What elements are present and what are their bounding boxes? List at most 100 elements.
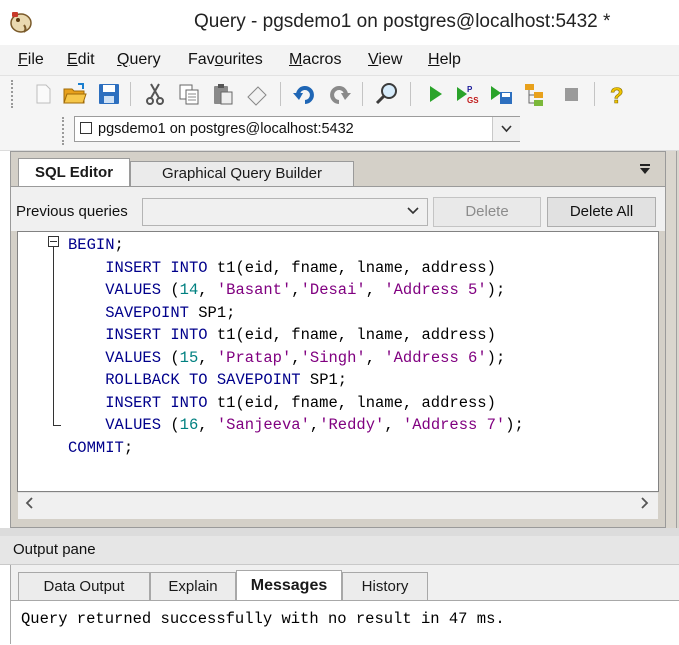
new-file-icon[interactable] xyxy=(30,81,56,107)
delete-button[interactable]: Delete xyxy=(433,197,541,227)
code-line: INSERT INTO t1(eid, fname, lname, addres… xyxy=(105,393,496,412)
previous-queries-select[interactable] xyxy=(142,198,428,226)
sql-keyword: VALUES xyxy=(105,416,162,434)
fold-range-end xyxy=(53,425,61,426)
tab-list-menu-icon[interactable] xyxy=(640,168,650,174)
eraser-icon[interactable] xyxy=(244,81,270,107)
code-line: ROLLBACK TO SAVEPOINT SP1; xyxy=(105,371,348,389)
fold-range-line xyxy=(53,247,54,425)
panel-splitter[interactable] xyxy=(666,151,679,528)
code-line: VALUES (16, 'Sanjeeva','Reddy', 'Address… xyxy=(105,416,524,434)
panel-border xyxy=(676,151,677,528)
sql-string: 'Reddy' xyxy=(319,416,385,434)
pgadmin-elephant-icon[interactable] xyxy=(8,9,34,35)
sql-keyword: COMMIT xyxy=(68,438,124,457)
open-folder-icon[interactable] xyxy=(62,81,88,107)
menu-help[interactable]: Help xyxy=(428,51,461,69)
fold-minus-mark xyxy=(50,241,57,242)
window-title: Query - pgsdemo1 on postgres@localhost:5… xyxy=(194,11,611,32)
explain-icon[interactable] xyxy=(522,81,548,107)
sql-number: 14 xyxy=(179,281,199,299)
menu-edit[interactable]: Edit xyxy=(67,51,95,69)
sql-keyword: INTO xyxy=(170,326,208,344)
toolbar-separator xyxy=(362,82,363,106)
toolbar-separator xyxy=(410,82,411,106)
sql-keyword: SAVEPOINT xyxy=(216,371,301,389)
stop-icon[interactable] xyxy=(558,81,584,107)
sql-string: 'Address 7' xyxy=(402,416,506,434)
output-pane-header xyxy=(0,536,679,565)
svg-text:?: ? xyxy=(610,83,623,107)
sql-keyword: VALUES xyxy=(105,348,162,367)
pane-splitter[interactable] xyxy=(0,528,679,536)
menu-view[interactable]: View xyxy=(368,51,402,69)
menu-macros[interactable]: Macros xyxy=(289,51,341,69)
menu-file[interactable]: File xyxy=(18,51,44,69)
sql-string: 'Pratap' xyxy=(216,348,292,367)
code-line: INSERT INTO t1(eid, fname, lname, addres… xyxy=(105,326,496,344)
tab-data-output[interactable]: Data Output xyxy=(18,572,150,600)
sql-keyword: SAVEPOINT xyxy=(105,303,189,322)
sql-string: 'Sanjeeva' xyxy=(216,416,310,434)
output-pane-title: Output pane xyxy=(13,541,96,558)
sql-keyword: INTO xyxy=(170,258,208,277)
help-icon[interactable]: ? xyxy=(604,81,630,107)
tab-messages[interactable]: Messages xyxy=(236,570,342,600)
sql-keyword: INSERT xyxy=(105,258,162,277)
tab-explain[interactable]: Explain xyxy=(150,572,236,600)
tab-history[interactable]: History xyxy=(342,572,428,600)
cut-icon[interactable] xyxy=(142,81,168,107)
redo-icon[interactable] xyxy=(326,81,352,107)
svg-text:GS: GS xyxy=(467,96,479,105)
sql-string: 'Singh' xyxy=(300,348,366,367)
execute-icon[interactable] xyxy=(422,81,448,107)
toolbar-grip[interactable] xyxy=(11,80,16,108)
toolbar-separator xyxy=(280,82,281,106)
delete-all-button[interactable]: Delete All xyxy=(547,197,656,227)
sql-keyword: ROLLBACK xyxy=(105,371,180,389)
connection-bar-grip[interactable] xyxy=(62,117,67,145)
horizontal-scrollbar[interactable] xyxy=(18,492,658,519)
paste-icon[interactable] xyxy=(210,81,236,107)
scroll-right-icon[interactable] xyxy=(638,495,650,511)
connection-dropdown-button[interactable] xyxy=(492,117,520,141)
undo-icon[interactable] xyxy=(292,81,318,107)
code-line: SAVEPOINT SP1; xyxy=(105,303,236,322)
tab-sql-editor[interactable]: SQL Editor xyxy=(18,158,130,186)
fold-gutter xyxy=(18,232,66,491)
result-message: Query returned successfully with no resu… xyxy=(21,610,505,628)
sql-code[interactable]: BEGIN; INSERT INTO t1(eid, fname, lname,… xyxy=(68,234,524,459)
sql-keyword: INTO xyxy=(170,393,208,412)
sql-keyword: INSERT xyxy=(105,326,162,344)
sql-string: 'Basant' xyxy=(216,281,292,299)
scroll-left-icon[interactable] xyxy=(24,495,36,511)
toolbar-separator xyxy=(594,82,595,106)
tab-graphical-query-builder[interactable]: Graphical Query Builder xyxy=(130,161,354,186)
code-line: INSERT INTO t1(eid, fname, lname, addres… xyxy=(105,258,496,277)
find-icon[interactable] xyxy=(374,81,400,107)
sql-keyword: INSERT xyxy=(105,393,162,412)
code-line: VALUES (14, 'Basant','Desai', 'Address 5… xyxy=(105,281,506,299)
execute-pgscript-icon[interactable]: P GS xyxy=(454,81,480,107)
connection-checkbox[interactable] xyxy=(80,122,92,134)
sql-string: 'Address 6' xyxy=(384,348,487,367)
toolbar: P GS ? xyxy=(0,76,679,112)
svg-text:P: P xyxy=(467,85,473,94)
sql-keyword: VALUES xyxy=(105,281,162,299)
menu-query[interactable]: Query xyxy=(117,51,161,69)
sql-keyword: TO xyxy=(188,371,208,389)
toolbar-separator xyxy=(130,82,131,106)
sql-string: 'Desai' xyxy=(300,281,366,299)
connection-value: pgsdemo1 on postgres@localhost:5432 xyxy=(98,121,354,137)
execute-to-file-icon[interactable] xyxy=(488,81,514,107)
save-icon[interactable] xyxy=(96,81,122,107)
copy-icon[interactable] xyxy=(176,81,202,107)
menu-favourites[interactable]: Favourites xyxy=(188,51,263,69)
chevron-down-icon[interactable] xyxy=(406,204,420,218)
tab-list-menu-bar xyxy=(640,164,650,166)
chevron-down-icon xyxy=(501,125,512,133)
sql-string: 'Address 5' xyxy=(384,281,487,299)
sql-number: 16 xyxy=(179,416,199,434)
menu-bar: File Edit Query Favourites Macros View H… xyxy=(0,45,679,76)
code-line: COMMIT; xyxy=(68,438,134,457)
